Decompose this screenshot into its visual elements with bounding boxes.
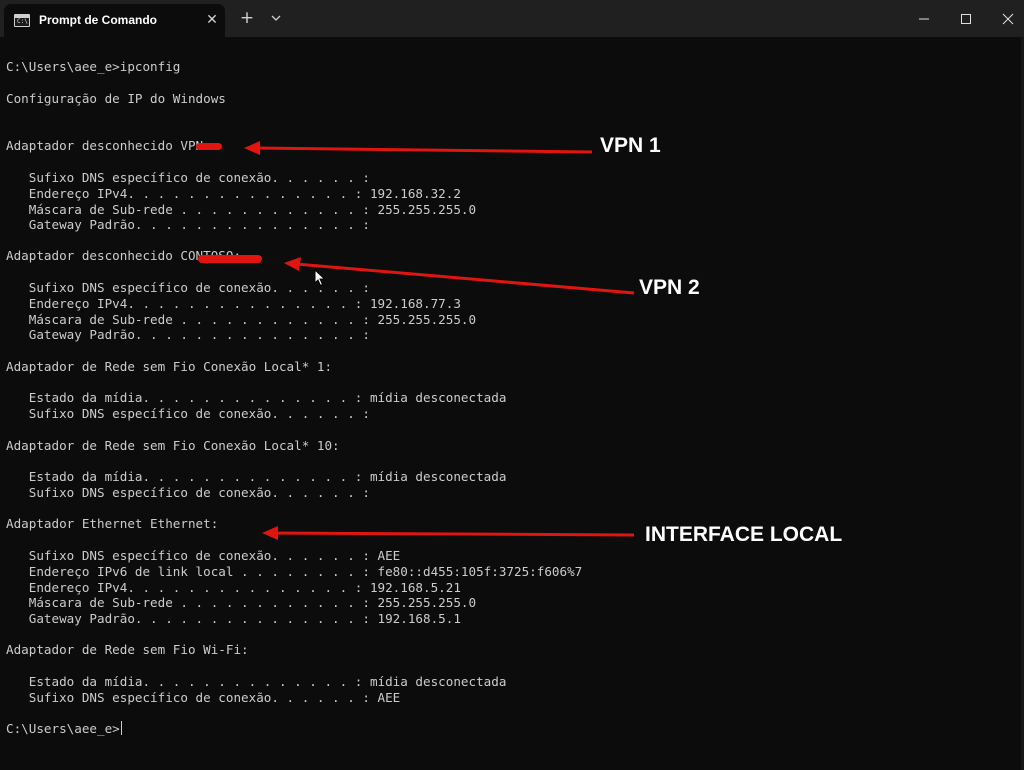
console-line: Adaptador desconhecido VPN: <box>6 138 211 153</box>
console-line: Estado da mídia. . . . . . . . . . . . .… <box>6 390 507 405</box>
prompt-line[interactable]: C:\Users\aee_e> <box>6 721 122 737</box>
console-line: Sufixo DNS específico de conexão. . . . … <box>6 485 370 500</box>
minimize-button[interactable] <box>901 0 947 37</box>
console-line: Sufixo DNS específico de conexão. . . . … <box>6 548 401 563</box>
prompt-text: C:\Users\aee_e> <box>6 721 120 736</box>
tab-title: Prompt de Comando <box>39 13 158 27</box>
console-line: Sufixo DNS específico de conexão. . . . … <box>6 690 401 705</box>
text-cursor <box>120 721 122 735</box>
console-line: Gateway Padrão. . . . . . . . . . . . . … <box>6 611 461 626</box>
console-line: Estado da mídia. . . . . . . . . . . . .… <box>6 674 507 689</box>
new-tab-button[interactable]: + <box>237 8 257 28</box>
console-line: Adaptador de Rede sem Fio Wi-Fi: <box>6 642 249 657</box>
console-line: Gateway Padrão. . . . . . . . . . . . . … <box>6 327 370 342</box>
console-line: Máscara de Sub-rede . . . . . . . . . . … <box>6 202 477 217</box>
console-line: Adaptador de Rede sem Fio Conexão Local*… <box>6 438 340 453</box>
mouse-pointer-icon <box>314 268 326 292</box>
console-line: Gateway Padrão. . . . . . . . . . . . . … <box>6 217 370 232</box>
title-bar: C:\ Prompt de Comando ✕ + <box>0 0 1024 37</box>
chevron-down-icon[interactable] <box>266 8 286 28</box>
console-line: Estado da mídia. . . . . . . . . . . . .… <box>6 469 507 484</box>
terminal-window: C:\ Prompt de Comando ✕ + C:\Users\aee_e… <box>0 0 1024 770</box>
console-line: C:\Users\aee_e>ipconfig <box>6 59 181 74</box>
console-line: Endereço IPv4. . . . . . . . . . . . . .… <box>6 296 461 311</box>
console-line: Sufixo DNS específico de conexão. . . . … <box>6 406 370 421</box>
console-line: Configuração de IP do Windows <box>6 91 226 106</box>
annotation-vpn2: VPN 2 <box>639 276 700 299</box>
console-line: Endereço IPv4. . . . . . . . . . . . . .… <box>6 186 461 201</box>
console-line: Adaptador Ethernet Ethernet: <box>6 516 219 531</box>
arrow-interface-local <box>262 526 635 540</box>
console-line: Máscara de Sub-rede . . . . . . . . . . … <box>6 312 477 327</box>
redaction-mark <box>198 255 262 263</box>
tab-prompt-de-comando[interactable]: C:\ Prompt de Comando ✕ <box>4 4 225 37</box>
command-prompt-icon: C:\ <box>14 14 30 27</box>
console-line: Adaptador de Rede sem Fio Conexão Local*… <box>6 359 333 374</box>
console-output[interactable]: C:\Users\aee_e>ipconfig Configuração de … <box>6 59 1016 736</box>
console-line: Endereço IPv4. . . . . . . . . . . . . .… <box>6 580 461 595</box>
redaction-mark <box>196 143 222 150</box>
console-line: Sufixo DNS específico de conexão. . . . … <box>6 170 370 185</box>
annotation-vpn1: VPN 1 <box>600 134 661 157</box>
close-window-button[interactable] <box>985 0 1024 37</box>
annotation-interface-local: INTERFACE LOCAL <box>645 523 843 546</box>
maximize-button[interactable] <box>943 0 989 37</box>
console-line: Endereço IPv6 de link local . . . . . . … <box>6 564 583 579</box>
close-tab-icon[interactable]: ✕ <box>203 11 221 29</box>
console-line: Máscara de Sub-rede . . . . . . . . . . … <box>6 595 477 610</box>
